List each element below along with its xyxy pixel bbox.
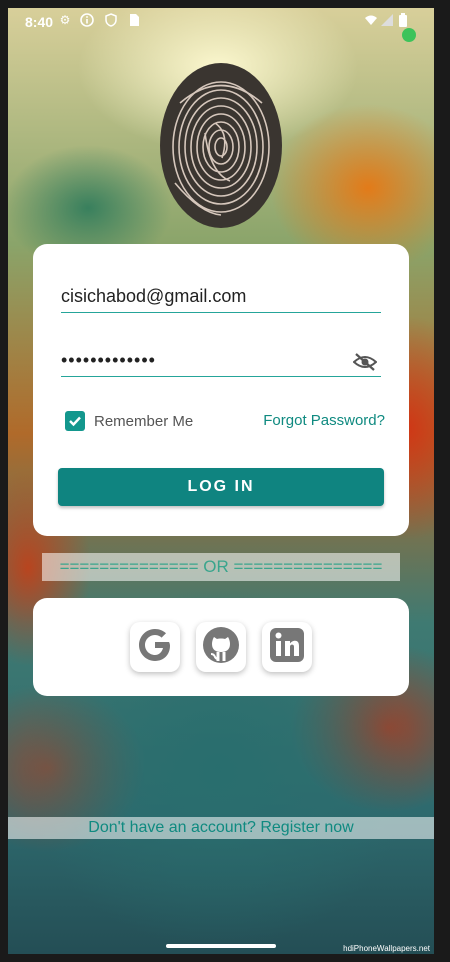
watermark: hdiPhoneWallpapers.net — [343, 944, 430, 953]
remember-label: Remember Me — [94, 412, 194, 430]
google-login-button[interactable] — [130, 622, 180, 672]
linkedin-login-button[interactable] — [262, 622, 312, 672]
status-time: 8:40 — [25, 14, 54, 30]
email-value: cisichabod@gmail.com — [61, 286, 247, 306]
home-indicator[interactable] — [166, 944, 276, 948]
wifi-icon — [364, 13, 378, 27]
settings-icon: ⚙ — [59, 13, 71, 27]
remember-me[interactable]: Remember Me — [65, 410, 193, 432]
login-button[interactable]: LOG IN — [58, 468, 384, 506]
password-value: ••••••••••••• — [61, 350, 156, 370]
github-icon — [200, 624, 242, 671]
sim-icon — [127, 13, 141, 27]
email-field[interactable]: cisichabod@gmail.com — [61, 280, 381, 313]
fingerprint-logo — [160, 63, 282, 228]
recording-indicator — [402, 28, 416, 42]
google-icon — [134, 624, 176, 671]
status-bar: 8:40 ⚙ — [8, 8, 434, 42]
visibility-off-icon[interactable] — [352, 350, 378, 371]
linkedin-icon — [266, 624, 308, 671]
social-login-card — [33, 598, 409, 696]
battery-icon — [396, 13, 410, 27]
forgot-password-link[interactable]: Forgot Password? — [263, 412, 385, 429]
github-login-button[interactable] — [196, 622, 246, 672]
shield-icon — [104, 13, 118, 27]
info-icon — [80, 13, 94, 27]
or-divider: ============== OR =============== — [42, 553, 400, 581]
register-link[interactable]: Don't have an account? Register now — [8, 817, 434, 839]
login-card: cisichabod@gmail.com ••••••••••••• Remem… — [33, 244, 409, 536]
signal-icon — [380, 13, 394, 27]
app-screen: 8:40 ⚙ cisichabod@gmail.com ••••••••••••… — [8, 8, 434, 954]
remember-checkbox[interactable] — [65, 411, 85, 431]
password-field[interactable]: ••••••••••••• — [61, 344, 381, 377]
